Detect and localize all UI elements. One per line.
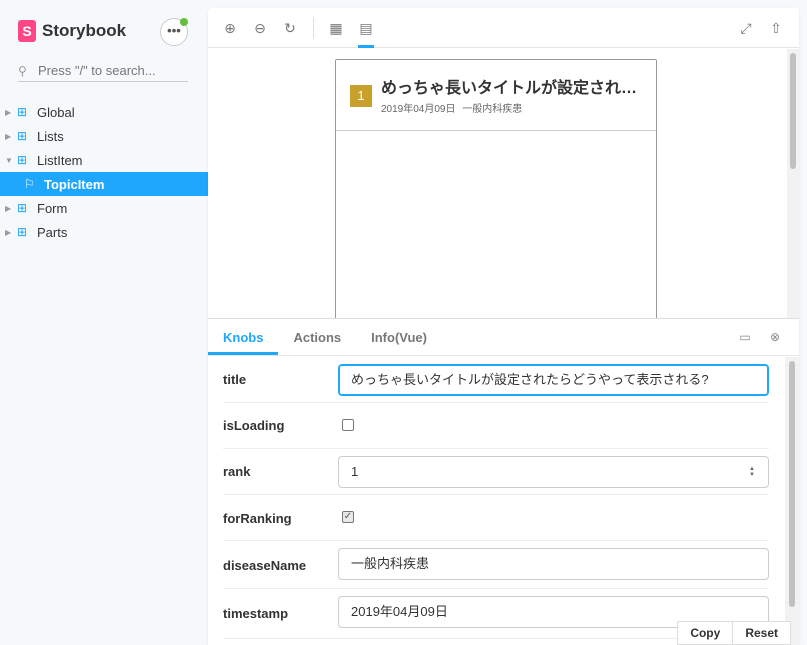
knob-label: title	[223, 372, 247, 387]
fullscreen-icon[interactable]: ⤢	[737, 19, 755, 37]
copy-button[interactable]: Copy	[677, 621, 734, 645]
tree-item-lists[interactable]: ▶ ⊞ Lists	[0, 124, 208, 148]
title-input[interactable]: めっちゃ長いタイトルが設定されたらどうやって表示される?	[338, 364, 769, 396]
knob-label: diseaseName	[223, 558, 307, 573]
topic-item-card[interactable]: 1 めっちゃ長いタイトルが設定されたらどうやって表示される? 2019年04月0…	[335, 59, 657, 318]
topic-disease: 一般内科疾患	[462, 104, 523, 115]
topic-item-header: 1 めっちゃ長いタイトルが設定されたらどうやって表示される? 2019年04月0…	[336, 60, 656, 131]
topic-date: 2019年04月09日	[381, 104, 456, 115]
tab-info[interactable]: Info(Vue)	[356, 319, 442, 355]
zoom-reset-icon[interactable]: ↻	[281, 19, 299, 37]
knob-label: forRanking	[223, 511, 292, 526]
share-icon[interactable]: ⇧	[767, 19, 785, 37]
topic-meta: 2019年04月09日 一般内科疾患	[381, 100, 522, 115]
tree-item-label: Parts	[37, 224, 68, 240]
knob-row-rank: rank 1 ▲ ▼	[223, 449, 769, 495]
sidebar: S Storybook ••• ⚲ ▶ ⊞ Global ▶ ⊞ Lists ▼…	[0, 0, 208, 645]
brand[interactable]: S Storybook	[18, 20, 126, 42]
stepper-icon[interactable]: ▲ ▼	[748, 466, 756, 478]
diseasename-input[interactable]: 一般内科疾患	[338, 548, 769, 580]
knobs-actions: Copy Reset	[677, 621, 791, 645]
tree-item-label: ListItem	[37, 152, 83, 168]
knobs-scrollbar-thumb[interactable]	[789, 361, 795, 607]
tree-item-parts[interactable]: ▶ ⊞ Parts	[0, 220, 208, 244]
knob-row-diseasename: diseaseName 一般内科疾患	[223, 541, 769, 589]
tree-item-listitem[interactable]: ▼ ⊞ ListItem	[0, 148, 208, 172]
knob-row-title: title めっちゃ長いタイトルが設定されたらどうやって表示される?	[223, 357, 769, 403]
bookmark-icon: ⚐	[24, 177, 35, 191]
chevron-right-icon: ▶	[5, 203, 12, 213]
preview-scrollbar-thumb[interactable]	[790, 53, 796, 169]
chevron-right-icon: ▶	[5, 107, 12, 117]
knob-row-isloading: isLoading	[223, 403, 769, 449]
knobs-list: title めっちゃ長いタイトルが設定されたらどうやって表示される? isLoa…	[208, 357, 785, 645]
tab-actions[interactable]: Actions	[278, 319, 356, 355]
tree-item-global[interactable]: ▶ ⊞ Global	[0, 100, 208, 124]
zoom-out-icon[interactable]: ⊖	[251, 19, 269, 37]
tree-item-label: Form	[37, 200, 68, 216]
search-input[interactable]	[38, 63, 188, 78]
close-panel-icon[interactable]: ⊗	[767, 329, 783, 345]
tree-item-label: TopicItem	[44, 176, 105, 192]
chevron-down-icon: ▼	[5, 155, 13, 165]
forranking-checkbox[interactable]: ✓	[342, 511, 354, 523]
tab-knobs[interactable]: Knobs	[208, 319, 279, 355]
search-icon: ⚲	[18, 63, 27, 78]
brand-name: Storybook	[42, 21, 127, 40]
rank-value: 1	[351, 464, 359, 479]
search-box[interactable]: ⚲	[18, 60, 188, 82]
component-icon: ⊞	[17, 153, 28, 167]
grid-icon[interactable]: ▦	[327, 19, 345, 37]
tree-item-label: Global	[37, 104, 75, 120]
active-tool-indicator	[358, 45, 374, 48]
main-panel: ⊕ ⊖ ↻ ▦ ▤ ⤢ ⇧ 1 めっちゃ長いタイトルが設定されたらどうやって表示…	[208, 8, 799, 645]
component-icon: ⊞	[17, 225, 28, 239]
notification-dot	[180, 18, 188, 26]
toolbar: ⊕ ⊖ ↻ ▦ ▤ ⤢ ⇧	[208, 8, 799, 48]
tree-item-topicitem[interactable]: ⚐ TopicItem	[0, 172, 208, 196]
story-preview: 1 めっちゃ長いタイトルが設定されたらどうやって表示される? 2019年04月0…	[208, 49, 799, 318]
component-icon: ⊞	[17, 105, 28, 119]
panel-orientation-icon[interactable]: ▭	[737, 329, 753, 345]
chevron-right-icon: ▶	[5, 227, 12, 237]
rank-number-input[interactable]: 1 ▲ ▼	[338, 456, 769, 488]
addons-tabs: Knobs Actions Info(Vue) ▭ ⊗	[208, 319, 799, 356]
tree-item-form[interactable]: ▶ ⊞ Form	[0, 196, 208, 220]
topic-title: めっちゃ長いタイトルが設定されたらどうやって表示される?	[381, 80, 646, 97]
knobs-scrollbar[interactable]	[785, 357, 799, 645]
background-icon[interactable]: ▤	[357, 19, 375, 37]
knob-label: isLoading	[223, 418, 285, 433]
reset-button[interactable]: Reset	[733, 621, 791, 645]
zoom-in-icon[interactable]: ⊕	[221, 19, 239, 37]
component-icon: ⊞	[17, 201, 28, 215]
knob-row-forranking: forRanking ✓	[223, 495, 769, 541]
preview-scrollbar[interactable]	[787, 49, 799, 318]
isloading-checkbox[interactable]	[342, 419, 354, 431]
toolbar-divider	[313, 17, 314, 39]
story-tree: ▶ ⊞ Global ▶ ⊞ Lists ▼ ⊞ ListItem ⚐ Topi…	[0, 100, 208, 244]
addons-panel: Knobs Actions Info(Vue) ▭ ⊗ title めっちゃ長い…	[208, 318, 799, 645]
rank-badge: 1	[350, 85, 372, 107]
component-icon: ⊞	[17, 129, 28, 143]
chevron-right-icon: ▶	[5, 131, 12, 141]
tree-item-label: Lists	[37, 128, 64, 144]
knob-label: timestamp	[223, 606, 289, 621]
storybook-logo-icon: S	[18, 20, 36, 42]
knob-label: rank	[223, 464, 251, 479]
